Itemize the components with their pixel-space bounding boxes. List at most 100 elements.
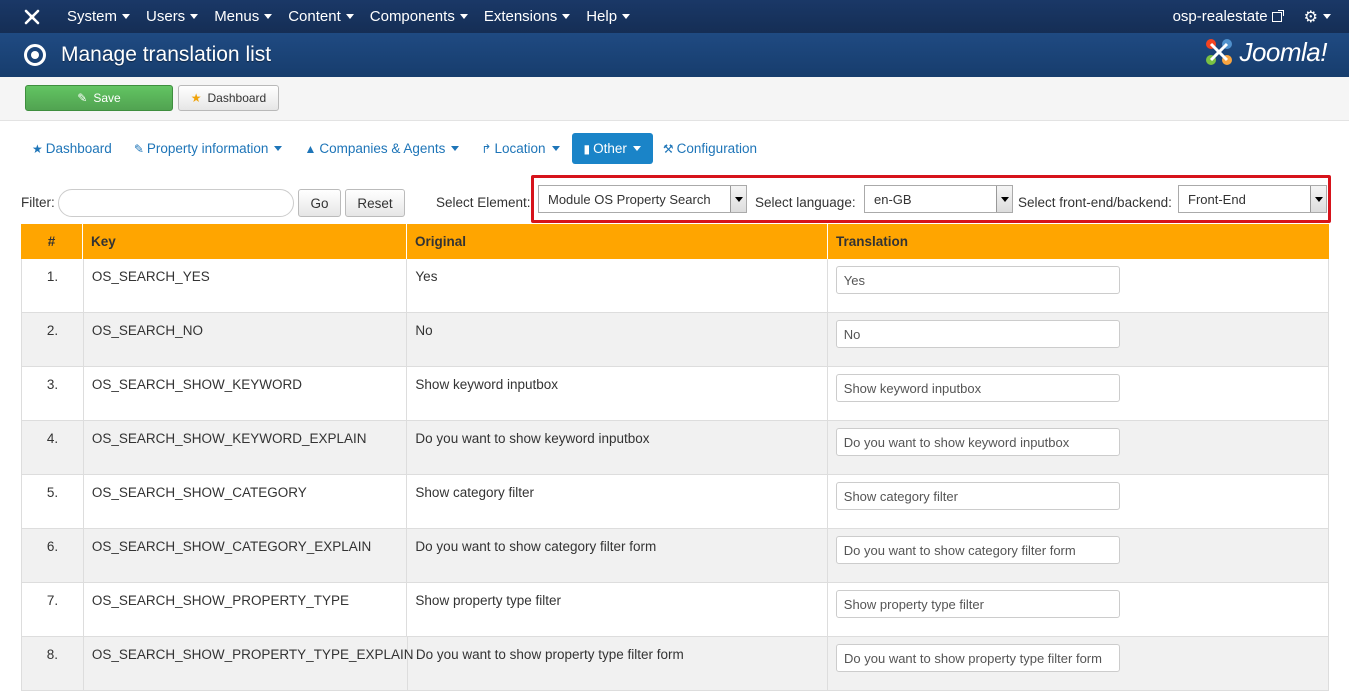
topmenu-label: Help bbox=[586, 8, 618, 25]
chevron-down-icon bbox=[1323, 14, 1331, 19]
row-translation-cell: Do you want to show category filter form bbox=[828, 529, 1328, 583]
filter-input[interactable] bbox=[58, 189, 294, 217]
chevron-down-icon bbox=[190, 14, 199, 19]
table-row: 7. OS_SEARCH_SHOW_PROPERTY_TYPE Show prope… bbox=[21, 583, 1329, 637]
chevron-down-icon bbox=[451, 146, 460, 151]
table-row: 2. OS_SEARCH_NO No No bbox=[21, 313, 1329, 367]
row-number: 1. bbox=[22, 259, 84, 313]
table-row: 4. OS_SEARCH_SHOW_KEYWORD_EXPLAIN Do you w… bbox=[21, 421, 1329, 475]
table-row: 8. OS_SEARCH_SHOW_PROPERTY_TYPE_EXPLAIN Do… bbox=[21, 637, 1329, 691]
translation-input[interactable]: Show keyword inputbox bbox=[835, 374, 1120, 402]
language-select-value: en-GB bbox=[874, 191, 912, 207]
chevron-down-icon bbox=[122, 14, 131, 19]
translation-input[interactable]: Yes bbox=[835, 266, 1120, 294]
subnav-item-property-information[interactable]: ✎ Property information bbox=[124, 133, 295, 164]
dropdown-arrow-icon bbox=[1310, 186, 1326, 212]
row-key: OS_SEARCH_SHOW_PROPERTY_TYPE bbox=[84, 583, 408, 637]
row-translation-cell: Show property type filter bbox=[828, 583, 1328, 637]
translation-input[interactable]: Show category filter bbox=[835, 482, 1120, 510]
toolbar: ✎ Save ★ Dashboard bbox=[0, 77, 1349, 121]
topmenu-item-menus[interactable]: Menus bbox=[206, 0, 280, 33]
row-translation-cell: Yes bbox=[828, 259, 1328, 313]
subnav-label: Companies & Agents bbox=[319, 141, 446, 156]
top-navbar: System Users Menus Content Components Extensi… bbox=[0, 0, 1349, 33]
dropdown-arrow-icon bbox=[996, 186, 1012, 212]
reset-button[interactable]: Reset bbox=[345, 189, 405, 217]
save-button[interactable]: ✎ Save bbox=[25, 85, 173, 111]
topmenu-item-help[interactable]: Help bbox=[578, 0, 638, 33]
component-subnav: ★ Dashboard ✎ Property information ▲ Companie… bbox=[22, 133, 769, 164]
row-number: 4. bbox=[22, 421, 84, 475]
side-select[interactable]: Front-End bbox=[1178, 185, 1327, 213]
translation-input[interactable]: Do you want to show keyword inputbox bbox=[835, 428, 1120, 456]
table-header: # Key Original Translation bbox=[21, 224, 1329, 259]
translation-input[interactable]: No bbox=[835, 320, 1120, 348]
row-number: 3. bbox=[22, 367, 84, 421]
language-select[interactable]: en-GB bbox=[864, 185, 1013, 213]
translation-input[interactable]: Do you want to show category filter form bbox=[835, 536, 1120, 564]
row-number: 5. bbox=[22, 475, 84, 529]
dashboard-button[interactable]: ★ Dashboard bbox=[178, 85, 279, 111]
filter-label: Filter: bbox=[21, 195, 55, 210]
site-name: osp-realestate bbox=[1172, 8, 1268, 25]
select-side-label: Select front-end/backend: bbox=[1018, 195, 1172, 210]
topmenu-label: Extensions bbox=[483, 8, 558, 25]
row-number: 8. bbox=[22, 637, 84, 691]
row-original: Yes bbox=[407, 259, 828, 313]
go-button[interactable]: Go bbox=[298, 189, 341, 217]
subnav-item-companies-agents[interactable]: ▲ Companies & Agents bbox=[294, 133, 471, 164]
column-header-translation: Translation bbox=[836, 234, 909, 249]
subnav-label: Dashboard bbox=[45, 141, 112, 156]
gear-icon: ⚙ bbox=[1303, 8, 1318, 26]
dropdown-arrow-icon bbox=[730, 186, 746, 212]
topmenu-label: Users bbox=[146, 8, 186, 25]
settings-menu[interactable]: ⚙ bbox=[1304, 7, 1331, 27]
external-link-icon bbox=[1271, 9, 1284, 22]
topmenu-label: System bbox=[67, 8, 118, 25]
topmenu-item-users[interactable]: Users bbox=[138, 0, 206, 33]
subnav-item-other[interactable]: ▮ Other bbox=[571, 133, 653, 164]
topmenu-label: Content bbox=[288, 8, 341, 25]
row-original: Do you want to show property type filter… bbox=[408, 637, 829, 691]
subnav-label: Other bbox=[593, 141, 627, 156]
subnav-item-configuration[interactable]: ⚒ Configuration bbox=[653, 133, 769, 164]
user-icon: ▲ bbox=[304, 141, 317, 156]
translation-input[interactable]: Show property type filter bbox=[835, 590, 1120, 618]
row-original: Show category filter bbox=[407, 475, 828, 529]
row-key: OS_SEARCH_SHOW_KEYWORD_EXPLAIN bbox=[84, 421, 408, 475]
topmenu-item-extensions[interactable]: Extensions bbox=[476, 0, 578, 33]
joomla-icon[interactable] bbox=[14, 0, 50, 33]
element-select[interactable]: Module OS Property Search bbox=[538, 185, 747, 213]
subnav-label: Configuration bbox=[676, 141, 757, 156]
topmenu-item-content[interactable]: Content bbox=[280, 0, 362, 33]
row-original: Do you want to show keyword inputbox bbox=[407, 421, 828, 475]
row-translation-cell: Do you want to show property type filter… bbox=[828, 637, 1328, 691]
row-original: No bbox=[407, 313, 828, 367]
bookmark-icon: ▮ bbox=[583, 141, 591, 156]
chevron-down-icon bbox=[562, 14, 571, 19]
topmenu-label: Components bbox=[369, 8, 455, 25]
share-icon: ↱ bbox=[481, 141, 492, 156]
row-key: OS_SEARCH_NO bbox=[84, 313, 408, 367]
row-number: 2. bbox=[22, 313, 84, 367]
subnav-item-dashboard[interactable]: ★ Dashboard bbox=[22, 133, 124, 164]
row-translation-cell: Show category filter bbox=[828, 475, 1328, 529]
joomla-logo: Joomla! bbox=[1203, 36, 1327, 68]
chevron-down-icon bbox=[622, 14, 631, 19]
chevron-down-icon bbox=[274, 146, 283, 151]
save-button-label: Save bbox=[93, 91, 121, 105]
translation-input[interactable]: Do you want to show property type filter… bbox=[836, 644, 1121, 672]
chevron-down-icon bbox=[345, 14, 354, 19]
site-link[interactable]: osp-realestate bbox=[1172, 8, 1284, 25]
row-translation-cell: Do you want to show keyword inputbox bbox=[828, 421, 1328, 475]
topmenu-item-system[interactable]: System bbox=[59, 0, 138, 33]
select-language-label: Select language: bbox=[755, 195, 856, 210]
table-row: 1. OS_SEARCH_YES Yes Yes bbox=[21, 259, 1329, 313]
topmenu-item-components[interactable]: Components bbox=[362, 0, 476, 33]
joomla-logo-icon bbox=[1206, 39, 1233, 65]
chevron-down-icon bbox=[459, 14, 468, 19]
dashboard-button-label: Dashboard bbox=[207, 91, 267, 105]
page-header: Manage translation list Joomla! bbox=[0, 33, 1349, 77]
subnav-item-location[interactable]: ↱ Location bbox=[471, 133, 571, 164]
chevron-down-icon bbox=[551, 146, 560, 151]
